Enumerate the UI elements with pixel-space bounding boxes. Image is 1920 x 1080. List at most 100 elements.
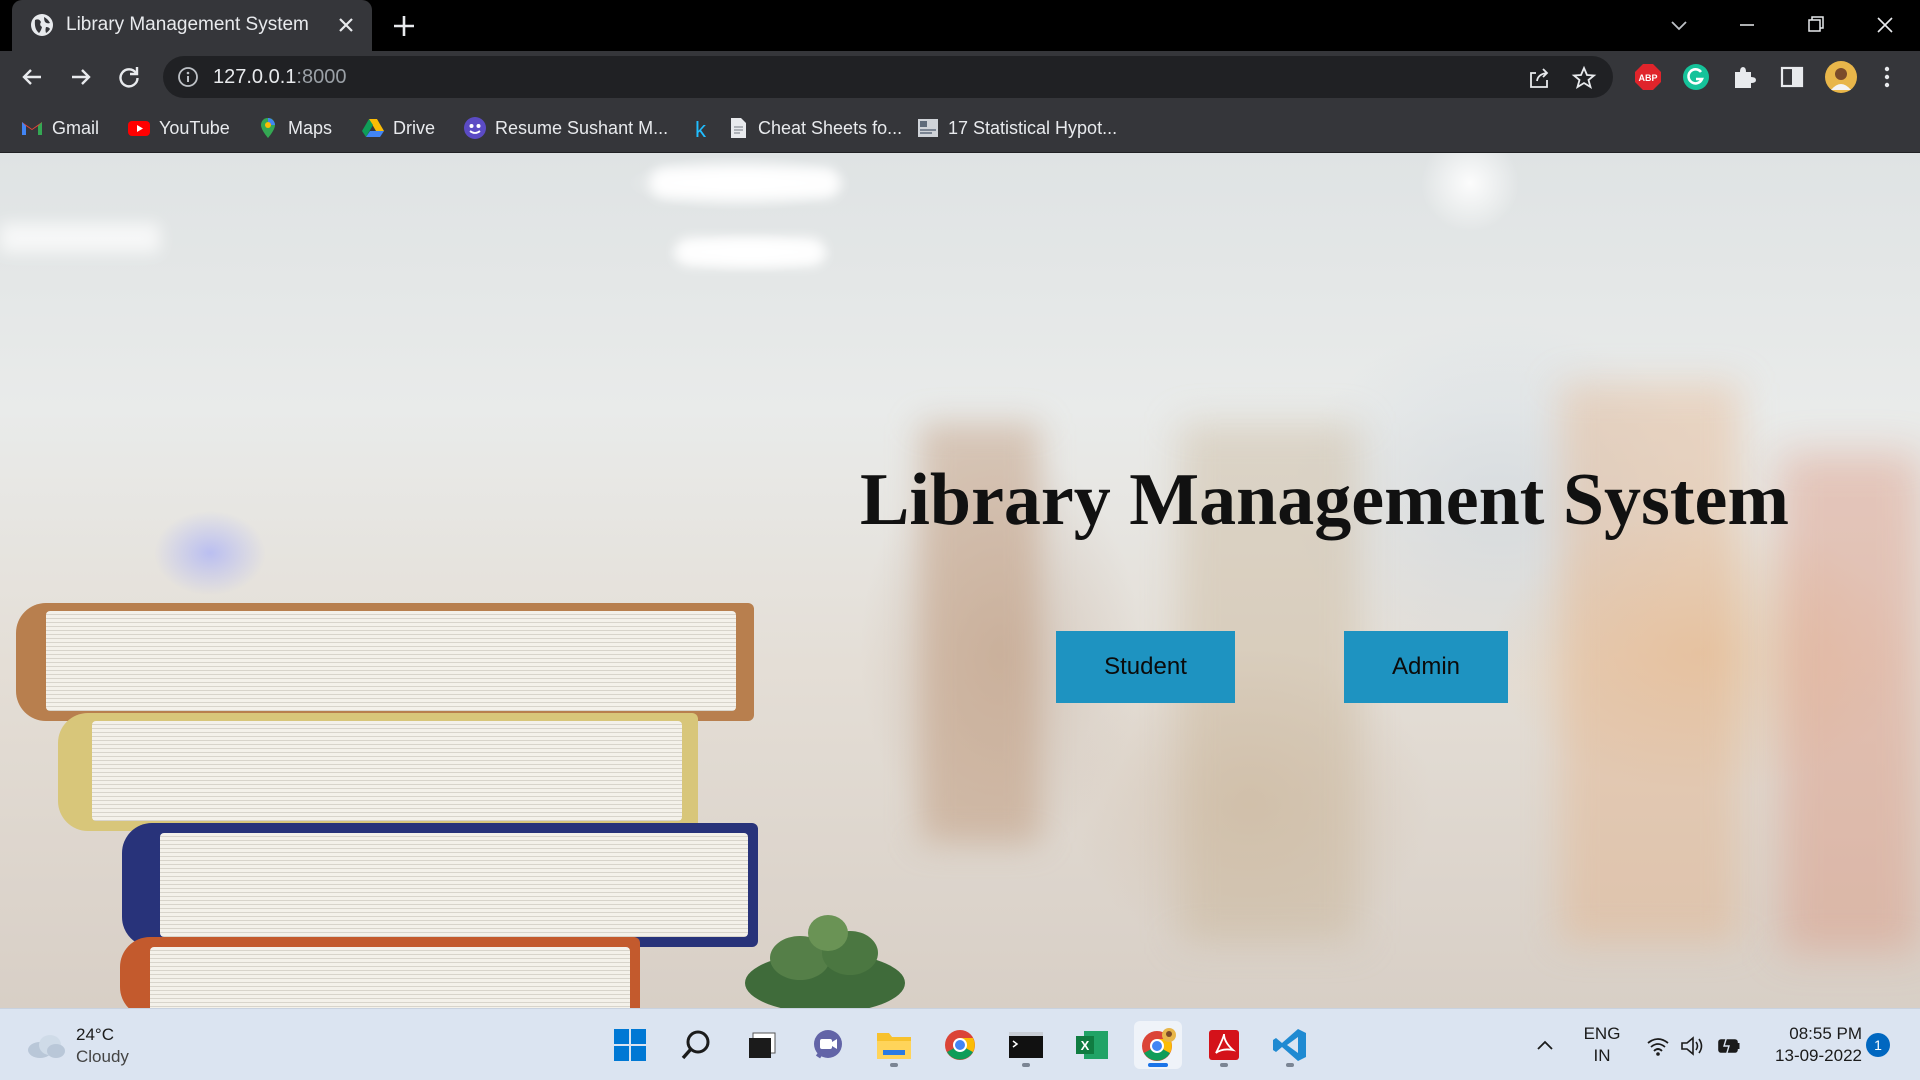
plant-icon	[745, 915, 905, 1008]
book	[122, 823, 758, 947]
bookmark-resume[interactable]: Resume Sushant M...	[463, 112, 668, 144]
browser-toolbar: 127.0.0.1:8000 ABP	[0, 51, 1920, 103]
minimize-icon[interactable]	[1732, 10, 1762, 40]
back-icon[interactable]	[17, 62, 47, 92]
background-light	[0, 223, 160, 253]
drive-icon	[362, 119, 384, 137]
search-icon	[681, 1030, 710, 1060]
bookmark-label: Cheat Sheets fo...	[758, 117, 903, 138]
weather-widget[interactable]: 24°C Cloudy	[26, 1023, 176, 1067]
page-title: Library Management System	[860, 459, 1789, 541]
globe-icon	[31, 14, 53, 36]
bookmark-cheat-sheets[interactable]: Cheat Sheets fo...	[726, 112, 902, 144]
bookmark-label: Drive	[393, 117, 436, 138]
clock-date: 13-09-2022	[1775, 1046, 1862, 1065]
restore-icon[interactable]	[1801, 10, 1831, 40]
vscode-button[interactable]	[1266, 1021, 1314, 1069]
region-code: IN	[1593, 1046, 1611, 1065]
battery-icon[interactable]	[1716, 1033, 1742, 1059]
windows-logo-icon	[614, 1029, 646, 1061]
bookmarks-bar: Gmail YouTube Maps Drive Resume Sushant …	[0, 103, 1920, 153]
notification-badge[interactable]: 1	[1866, 1033, 1890, 1057]
system-clock[interactable]: 08:55 PM 13-09-2022	[1752, 1023, 1862, 1067]
kebab-menu-icon[interactable]	[1872, 62, 1902, 92]
teams-chat-button[interactable]	[804, 1021, 852, 1069]
pdf-icon	[1209, 1030, 1239, 1060]
excel-button[interactable]: X	[1068, 1021, 1116, 1069]
chrome-profile-button[interactable]	[1134, 1021, 1182, 1069]
running-indicator	[1148, 1063, 1168, 1067]
clock-time: 08:55 PM	[1789, 1024, 1862, 1043]
vscode-icon	[1273, 1029, 1306, 1061]
excel-icon: X	[1076, 1031, 1108, 1059]
chrome-icon	[1142, 1028, 1176, 1061]
gmail-icon	[22, 122, 42, 135]
reload-icon[interactable]	[114, 62, 144, 92]
bookmark-label: YouTube	[159, 117, 230, 138]
image-icon	[918, 119, 938, 137]
weather-condition: Cloudy	[76, 1047, 129, 1066]
running-indicator	[1220, 1063, 1228, 1067]
start-button[interactable]	[606, 1021, 654, 1069]
book	[58, 713, 698, 831]
share-icon[interactable]	[1526, 65, 1552, 91]
task-view-icon	[749, 1032, 776, 1058]
svg-text:X: X	[1081, 1038, 1090, 1053]
close-tab-icon[interactable]	[334, 13, 358, 37]
close-window-icon[interactable]	[1870, 10, 1900, 40]
volume-icon[interactable]	[1679, 1033, 1705, 1059]
profile-avatar[interactable]	[1824, 60, 1858, 94]
search-button[interactable]	[672, 1021, 720, 1069]
library-page: Library Management System Student Admin	[0, 153, 1920, 1008]
cloud-icon	[28, 1035, 65, 1058]
svg-text:k: k	[695, 117, 707, 140]
bookmark-drive[interactable]: Drive	[361, 112, 435, 144]
url-host: 127.0.0.1	[213, 66, 297, 88]
browser-tab[interactable]: Library Management System	[12, 0, 372, 51]
k-icon: k	[695, 117, 707, 140]
bookmark-maps[interactable]: Maps	[256, 112, 332, 144]
document-icon	[731, 118, 746, 138]
task-view-button[interactable]	[738, 1021, 786, 1069]
chrome-icon	[945, 1030, 975, 1060]
address-bar[interactable]: 127.0.0.1:8000	[163, 56, 1613, 98]
folder-icon	[877, 1033, 911, 1059]
bookmark-statistical[interactable]: 17 Statistical Hypot...	[916, 112, 1117, 144]
grammarly-icon[interactable]	[1681, 62, 1711, 92]
url-port: :8000	[296, 66, 347, 88]
file-explorer-button[interactable]	[870, 1021, 918, 1069]
bookmark-k[interactable]: k	[690, 112, 714, 144]
browser-title-bar: Library Management System	[0, 0, 1920, 51]
terminal-icon	[1009, 1032, 1043, 1058]
chrome-button[interactable]	[936, 1021, 984, 1069]
tab-title: Library Management System	[66, 14, 309, 35]
svg-text:ABP: ABP	[1638, 73, 1657, 83]
language-indicator[interactable]: ENG IN	[1580, 1023, 1624, 1067]
new-tab-icon[interactable]	[390, 12, 418, 40]
forward-icon[interactable]	[66, 62, 96, 92]
side-panel-icon[interactable]	[1777, 62, 1807, 92]
maps-icon	[261, 118, 275, 138]
chat-icon	[814, 1030, 842, 1059]
tab-search-icon[interactable]	[1664, 10, 1694, 40]
resume-icon	[464, 117, 486, 139]
bookmark-youtube[interactable]: YouTube	[127, 112, 230, 144]
abp-icon[interactable]: ABP	[1633, 62, 1663, 92]
youtube-icon	[128, 121, 150, 136]
bookmark-label: Maps	[288, 117, 333, 138]
terminal-button[interactable]	[1002, 1021, 1050, 1069]
running-indicator	[1286, 1063, 1294, 1067]
puzzle-icon[interactable]	[1729, 62, 1759, 92]
running-indicator	[890, 1063, 898, 1067]
site-info-icon[interactable]	[177, 66, 199, 88]
book	[120, 937, 640, 1008]
chevron-up-icon[interactable]	[1532, 1033, 1558, 1059]
student-button[interactable]: Student	[1056, 631, 1235, 703]
bookmark-gmail[interactable]: Gmail	[20, 112, 99, 144]
admin-button[interactable]: Admin	[1344, 631, 1508, 703]
ceiling-lamp	[675, 238, 825, 266]
acrobat-button[interactable]	[1200, 1021, 1248, 1069]
bookmark-star-icon[interactable]	[1571, 65, 1597, 91]
bookmark-label: Gmail	[52, 117, 100, 138]
wifi-icon[interactable]	[1645, 1033, 1671, 1059]
